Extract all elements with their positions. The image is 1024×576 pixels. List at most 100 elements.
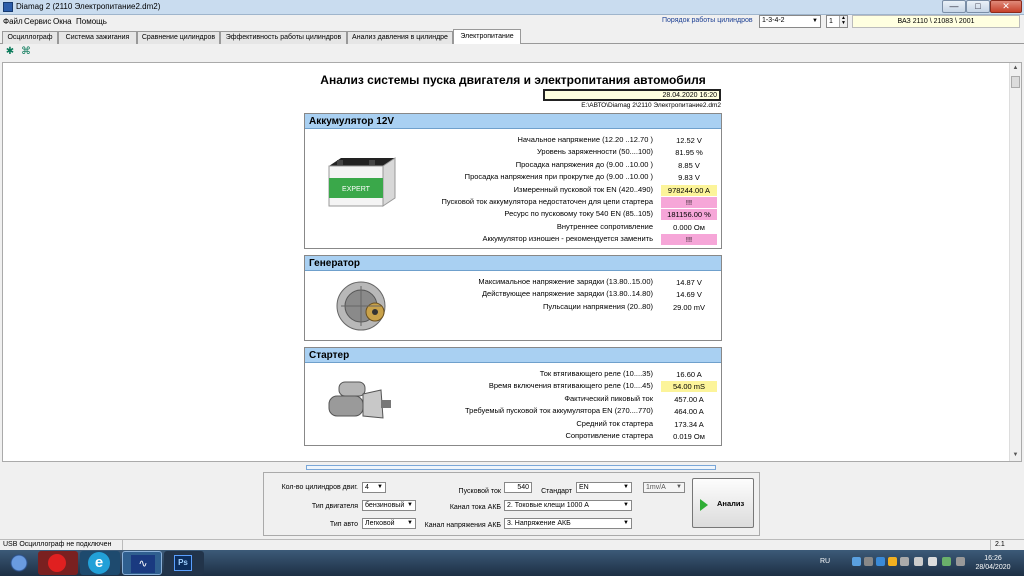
settings-tree-icon[interactable]: ⌘ [20,46,32,58]
row-value: !!! [661,234,717,246]
menu-file[interactable]: Файл [3,17,23,26]
report-row: Уровень заряженности (50....100) 81.95 % [305,146,723,158]
akb-current-channel-value: 2. Токовые клещи 1000 А [507,502,589,509]
starter-section: Стартер Ток втягивающего реле (10....35)… [304,347,722,446]
taskbar-ie-icon[interactable]: e [80,551,120,575]
row-value: 173.34 A [674,419,704,429]
starter-header: Стартер [305,348,721,363]
report-row: Ресурс по пусковому току 540 EN (85..105… [305,208,723,221]
row-label: Просадка напряжения до (9.00 ..10.00 ) [515,159,653,169]
clock[interactable]: 16:26 28/04/2020 [968,554,1018,576]
vehicle-type-value: Легковой [365,520,395,527]
cylinder-order-label: Порядок работы цилиндров [662,17,753,24]
cylinders-label: Кол-во цилиндров двиг. [281,484,358,491]
engine-type-select[interactable]: бензиновый ▼ [362,500,416,511]
scroll-up-icon[interactable]: ▲ [1010,63,1021,74]
tab-cylinder-pressure[interactable]: Анализ давления в цилиндре [347,31,453,44]
chevron-down-icon: ▼ [407,520,413,526]
tab-power-supply[interactable]: Электропитание [453,29,521,44]
tray-app-icon[interactable] [956,557,965,566]
menu-windows[interactable]: Окна [53,17,72,26]
vehicle-info: ВАЗ 2110 \ 21083 \ 2001 [852,15,1020,28]
row-label: Ток втягивающего реле (10....35) [539,369,653,378]
row-label: Аккумулятор изношен - рекомендуется заме… [482,234,653,244]
minimize-button[interactable]: — [942,0,966,13]
report-row: Ток втягивающего реле (10....35) 16.60 A [305,368,723,380]
scroll-down-icon[interactable]: ▼ [1010,450,1021,461]
menu-help[interactable]: Помощь [76,17,107,26]
cylinders-select[interactable]: 4 ▼ [362,482,386,493]
taskbar-opera-icon[interactable] [38,551,78,575]
tray-app-icon[interactable] [900,557,909,566]
spin-arrows-icon[interactable]: ▲ ▼ [839,16,847,27]
report-file-path: E:\АВТО\Diamag 2\2110 Электропитание2.dm… [581,102,721,109]
tray-app-icon[interactable] [942,557,951,566]
report-row: Максимальное напряжение зарядки (13.80..… [305,276,723,288]
row-label: Требуемый пусковой ток аккумулятора EN (… [464,406,653,416]
tray-app-icon[interactable] [888,557,897,566]
tray-app-icon[interactable] [876,557,885,566]
chevron-down-icon: ▼ [676,484,682,490]
chevron-down-icon: ▼ [623,502,629,508]
akb-voltage-channel-label: Канал напряжения АКБ [424,522,501,529]
tab-cylinder-efficiency[interactable]: Эффективность работы цилиндров [220,31,347,44]
chevron-down-icon: ▼ [377,484,383,490]
report-scrollbar[interactable]: ▲ ▼ [1009,63,1021,461]
status-version: 2.1 [995,541,1005,548]
battery-header: Аккумулятор 12V [305,114,721,129]
scroll-thumb[interactable] [1011,76,1020,88]
network-signal-icon[interactable] [914,557,923,566]
maximize-button[interactable]: □ [966,0,990,13]
vehicle-type-select[interactable]: Легковой ▼ [362,518,416,529]
row-label: Уровень заряженности (50....100) [536,147,653,157]
row-value: 12.52 V [676,136,702,145]
menu-service[interactable]: Сервис [24,17,51,26]
report-row: Пусковой ток аккумулятора недостаточен д… [305,196,723,208]
row-value: 14.87 V [676,278,702,287]
volume-icon[interactable] [928,557,937,566]
tab-oscilloscope[interactable]: Осциллограф [2,31,58,44]
cylinder-number-spinner[interactable]: 1 ▲ ▼ [826,15,848,28]
engine-type-value: бензиновый [365,502,405,509]
report-row: Пульсации напряжения (20..80) 29.00 mV [305,301,723,313]
row-label: Сопротивление стартера [565,431,653,440]
row-label: Действующее напряжение зарядки (13.80..1… [481,289,653,299]
tab-ignition[interactable]: Система зажигания [58,31,137,44]
close-button[interactable]: ✕ [990,0,1022,13]
tray-app-icon[interactable] [852,557,861,566]
cylinder-order-select[interactable]: 1-3-4-2 ▼ [759,15,821,28]
standard-select[interactable]: EN ▼ [576,482,632,493]
taskbar-photoshop-icon[interactable]: Ps [164,551,204,575]
toolbar: ✱ ⌘ [0,44,1024,60]
row-value: 9.83 V [678,173,700,183]
akb-current-channel-select[interactable]: 2. Токовые клещи 1000 А ▼ [504,500,632,511]
start-button[interactable] [2,551,36,575]
row-label: Начальное напряжение (12.20 ..12.70 ) [517,135,653,144]
row-label: Пульсации напряжения (20..80) [543,301,653,311]
scale-select[interactable]: 1mv/A ▼ [643,482,685,493]
tab-cylinder-comparison[interactable]: Сравнение цилиндров [137,31,220,44]
engine-type-label: Тип двигателя [311,503,358,510]
start-current-input[interactable]: 540 [504,482,532,493]
row-label: Пусковой ток аккумулятора недостаточен д… [441,197,654,206]
report-row: Внутреннее сопротивление 0.000 Ом [305,221,723,233]
akb-voltage-channel-select[interactable]: 3. Напряжение АКБ ▼ [504,518,632,529]
panel-splitter[interactable] [306,465,716,470]
title-bar: Diamag 2 (2110 Электропитание2.dm2) — □ … [0,0,1024,15]
row-value: 16.60 A [676,370,702,379]
analyze-button[interactable]: Анализ [692,478,754,528]
report-row: Просадка напряжения при прокрутке до (9.… [305,171,723,183]
row-value: 464.00 A [674,407,704,417]
scale-value: 1mv/A [646,484,666,491]
status-bar: USB Осциллограф не подключен 2.1 [0,539,1024,550]
chevron-down-icon: ▼ [623,520,629,526]
network-icon[interactable]: ✱ [4,46,16,58]
report-panel: Анализ системы пуска двигателя и электро… [2,62,1022,462]
taskbar-diamag-icon[interactable]: ∿ [122,551,162,575]
language-indicator[interactable]: RU [820,558,830,576]
report-row: Средний ток стартера 173.34 A [305,418,723,430]
tray-app-icon[interactable] [864,557,873,566]
report-row: Действующее напряжение зарядки (13.80..1… [305,288,723,300]
row-value: 457.00 A [674,394,704,404]
row-value: 181156.00 % [661,209,717,221]
